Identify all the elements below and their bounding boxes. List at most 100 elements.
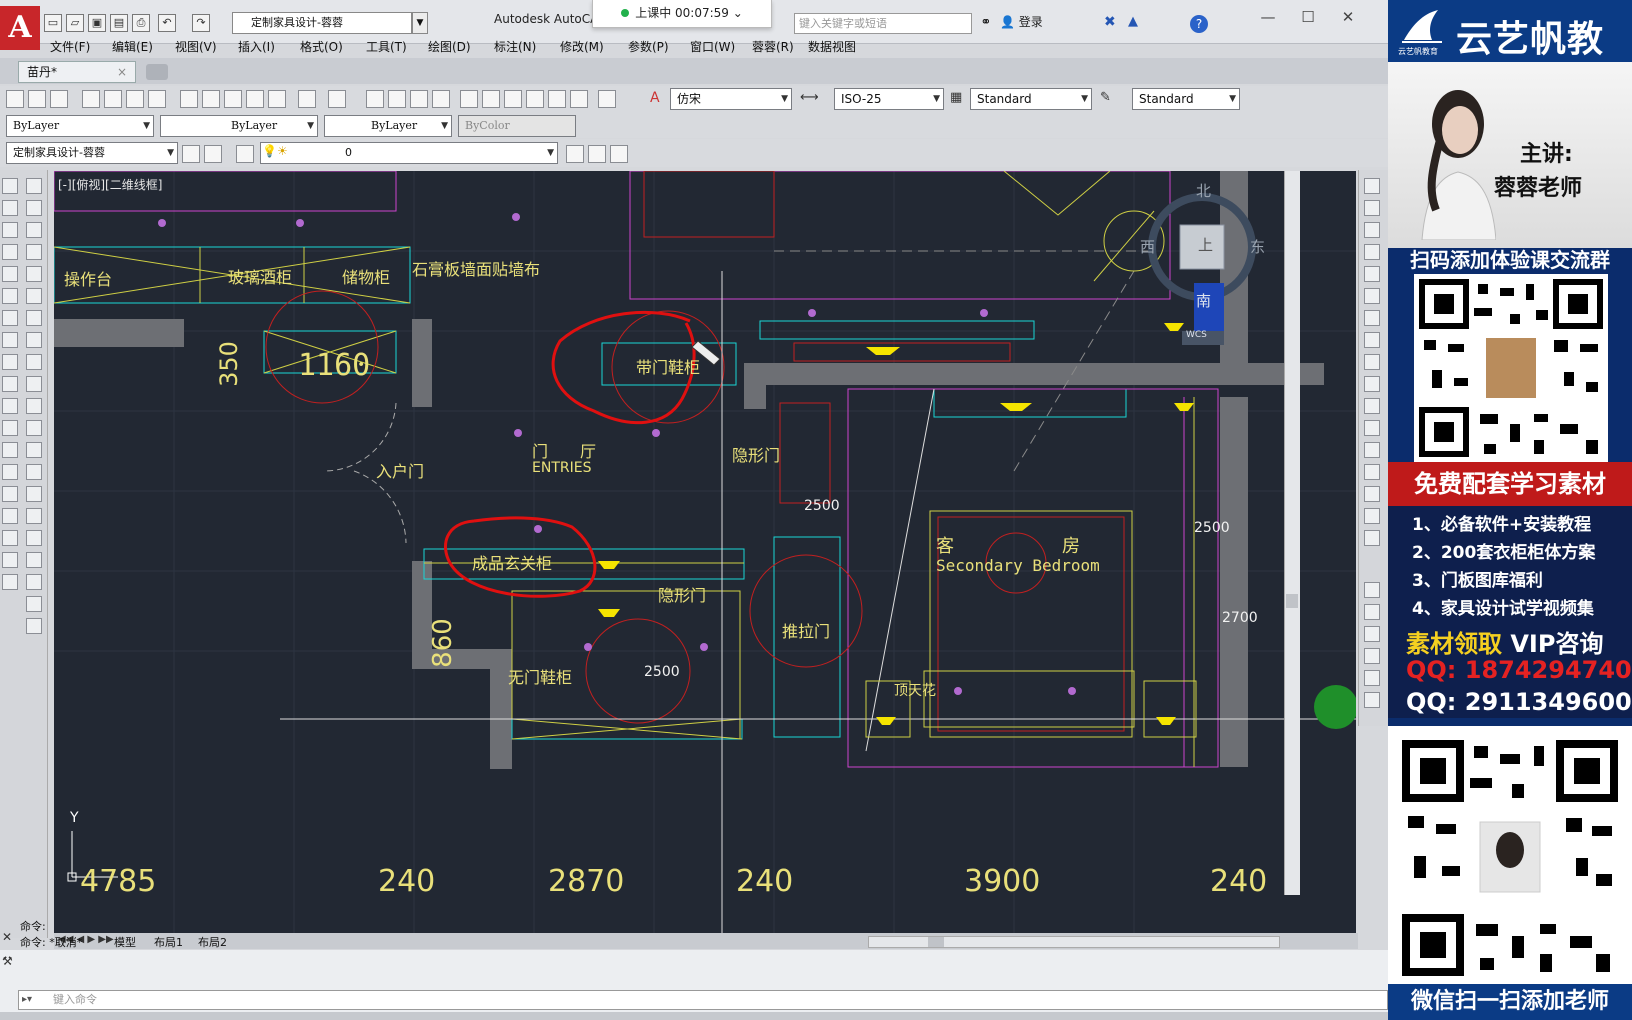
menu-view[interactable]: 视图(V) <box>175 38 217 55</box>
tab-model[interactable]: 模型 <box>114 934 136 950</box>
dim-angular-icon[interactable] <box>26 596 42 612</box>
undo-icon[interactable] <box>298 90 316 108</box>
snap-midpoint-icon[interactable] <box>1364 200 1380 216</box>
scale-icon[interactable] <box>26 332 42 348</box>
menu-modify[interactable]: 修改(M) <box>560 38 604 55</box>
menu-tools[interactable]: 工具(T) <box>366 38 407 55</box>
snap-center-icon[interactable] <box>1364 288 1380 304</box>
menu-format[interactable]: 格式(O) <box>300 38 343 55</box>
vertical-scrollbar[interactable] <box>1284 171 1300 895</box>
view-right-icon[interactable] <box>1364 648 1380 664</box>
group-qr-code[interactable] <box>1414 274 1608 462</box>
open-icon[interactable] <box>28 90 46 108</box>
qleader-icon[interactable] <box>26 618 42 634</box>
maximize-icon[interactable]: ☐ <box>1288 8 1328 26</box>
snap-endpoint-icon[interactable] <box>1364 178 1380 194</box>
quick-calc-icon[interactable] <box>570 90 588 108</box>
array-icon[interactable] <box>26 266 42 282</box>
offset-icon[interactable] <box>26 244 42 260</box>
gear-icon[interactable] <box>182 145 200 163</box>
plotstyle-select[interactable]: ByColor <box>458 115 576 137</box>
make-block-icon[interactable] <box>2 442 18 458</box>
menu-dataview[interactable]: 数据视图 <box>808 38 856 55</box>
snap-extension-icon[interactable] <box>1364 266 1380 282</box>
table-style-select[interactable]: Standard ▼ <box>970 88 1092 110</box>
dim-aligned-icon[interactable] <box>26 552 42 568</box>
join-icon[interactable] <box>26 442 42 458</box>
ellipse-icon[interactable] <box>2 376 18 392</box>
cut-icon[interactable] <box>180 90 198 108</box>
chamfer-icon[interactable] <box>26 464 42 480</box>
new-file-icon[interactable]: ▭ <box>44 14 62 32</box>
copy-object-icon[interactable] <box>26 200 42 216</box>
wechat-qr-code[interactable] <box>1400 738 1620 978</box>
viewcube-west[interactable]: 西 <box>1140 236 1155 257</box>
match-properties-icon[interactable] <box>246 90 264 108</box>
snap-tangent-icon[interactable] <box>1364 332 1380 348</box>
snap-parallel-icon[interactable] <box>1364 376 1380 392</box>
viewcube-top[interactable]: 上 <box>1198 234 1213 255</box>
insert-block-icon[interactable] <box>2 420 18 436</box>
redo-icon[interactable] <box>328 90 346 108</box>
save-as-icon[interactable]: ▤ <box>110 14 128 32</box>
viewcube-north[interactable]: 北 <box>1196 180 1211 201</box>
new-tab-button[interactable] <box>146 64 168 80</box>
save-icon[interactable] <box>50 90 68 108</box>
menu-window[interactable]: 窗口(W) <box>690 38 735 55</box>
menu-file[interactable]: 文件(F) <box>50 38 90 55</box>
help-icon[interactable]: ? <box>1190 15 1208 33</box>
close-command-icon[interactable]: ✕ <box>2 930 12 944</box>
move-icon[interactable] <box>26 288 42 304</box>
snap-from-icon[interactable] <box>1364 508 1380 524</box>
close-icon[interactable]: ✕ <box>1328 8 1368 26</box>
block-editor-icon[interactable] <box>268 90 286 108</box>
help-icon[interactable] <box>598 90 616 108</box>
undo-icon[interactable]: ↶ <box>158 14 176 32</box>
chevron-down-icon[interactable]: ▼ <box>412 12 428 34</box>
workspace-settings-icon[interactable] <box>204 145 222 163</box>
layer-properties-icon[interactable] <box>236 145 254 163</box>
line-icon[interactable] <box>2 178 18 194</box>
layer-previous-icon[interactable] <box>588 145 606 163</box>
class-timer[interactable]: 上课中 00:07:59 ⌄ <box>592 0 772 28</box>
trim-icon[interactable] <box>26 376 42 392</box>
lineweight-select[interactable]: ByLayer ▼ <box>324 115 452 137</box>
snap-none-icon[interactable] <box>1364 464 1380 480</box>
point-icon[interactable] <box>2 464 18 480</box>
snap-insert-icon[interactable] <box>1364 398 1380 414</box>
wrench-icon[interactable]: ⚒ <box>2 954 13 968</box>
zoom-realtime-icon[interactable] <box>388 90 406 108</box>
zoom-previous-icon[interactable] <box>432 90 450 108</box>
snap-intersection-icon[interactable] <box>1364 222 1380 238</box>
snap-apparent-icon[interactable] <box>1364 244 1380 260</box>
viewcube-south[interactable]: 南 <box>1196 290 1211 311</box>
snap-settings-icon[interactable] <box>1364 486 1380 502</box>
pan-icon[interactable] <box>366 90 384 108</box>
workspace-select[interactable]: 定制家具设计-蓉蓉 <box>232 12 412 34</box>
login-link[interactable]: 👤 登录 <box>1000 13 1043 30</box>
copy-icon[interactable] <box>202 90 220 108</box>
view-back-icon[interactable] <box>1364 692 1380 708</box>
arc-icon[interactable] <box>2 288 18 304</box>
layer-state-icon[interactable] <box>610 145 628 163</box>
document-tab[interactable]: 苗丹* × <box>18 61 136 83</box>
gradient-icon[interactable] <box>2 508 18 524</box>
tab-layout1[interactable]: 布局1 <box>154 934 183 950</box>
text-style-select[interactable]: 仿宋 ▼ <box>670 88 792 110</box>
hatch-icon[interactable] <box>2 486 18 502</box>
rotate-icon[interactable] <box>26 310 42 326</box>
menu-edit[interactable]: 编辑(E) <box>112 38 153 55</box>
mleader-style-select[interactable]: Standard ▼ <box>1132 88 1240 110</box>
view-bottom-icon[interactable] <box>1364 604 1380 620</box>
paste-icon[interactable] <box>224 90 242 108</box>
minimize-icon[interactable]: — <box>1248 8 1288 26</box>
horizontal-scroll-thumb[interactable] <box>928 937 944 947</box>
command-input[interactable]: 键入命令 <box>18 990 1388 1010</box>
region-icon[interactable] <box>2 530 18 546</box>
mtext-icon[interactable] <box>2 574 18 590</box>
dim-style-select[interactable]: ISO-25 ▼ <box>834 88 944 110</box>
save-icon[interactable]: ▣ <box>88 14 106 32</box>
binoculars-icon[interactable]: ⚭ <box>976 13 996 33</box>
view-front-icon[interactable] <box>1364 670 1380 686</box>
extend-icon[interactable] <box>26 398 42 414</box>
